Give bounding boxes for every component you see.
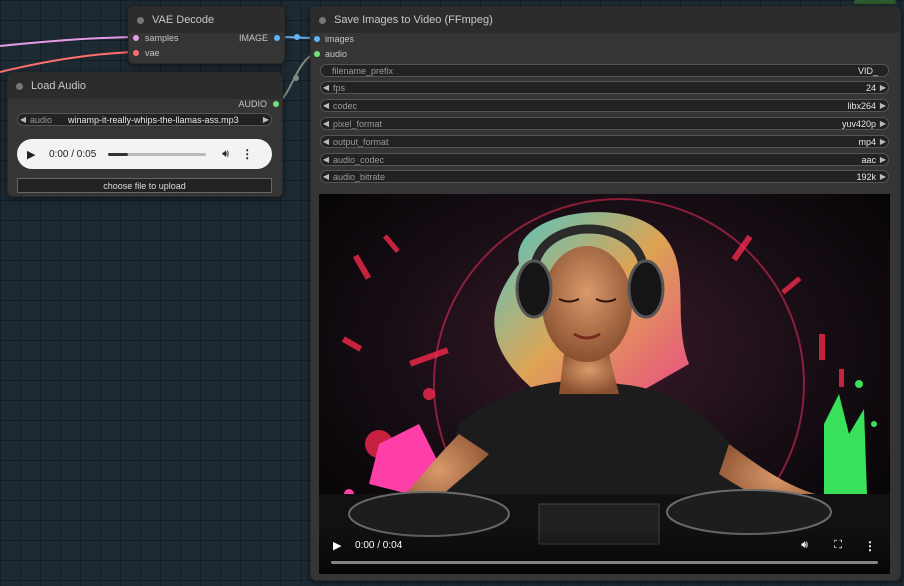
video-controls: ▶ 0:00 / 0:04 🔊︎ ⛶ ⋮ [319, 528, 890, 574]
fps-widget[interactable]: ◀ fps 24 ▶ [320, 81, 889, 94]
video-preview[interactable]: ▶ 0:00 / 0:04 🔊︎ ⛶ ⋮ [319, 194, 890, 574]
video-progress-track[interactable] [331, 561, 878, 564]
arrow-left-icon[interactable]: ◀ [321, 172, 331, 181]
arrow-left-icon[interactable]: ◀ [321, 155, 331, 164]
arrow-right-icon[interactable]: ▶ [878, 119, 888, 128]
slot-samples[interactable]: samples [133, 33, 179, 43]
arrow-left-icon[interactable]: ◀ [321, 101, 331, 110]
slot-samples-label: samples [145, 33, 179, 43]
fps-value: 24 [865, 82, 876, 93]
slot-dot-icon[interactable] [314, 36, 320, 42]
collapse-dot-icon[interactable] [137, 16, 144, 24]
headphone-right [627, 259, 665, 319]
audio-progress-fill [108, 152, 128, 156]
volume-icon[interactable]: 🔊︎ [222, 148, 229, 161]
slot-dot-icon[interactable] [133, 35, 139, 41]
slot-audio-input-label: audio [325, 49, 348, 59]
arrow-right-icon[interactable]: ▶ [878, 172, 888, 181]
output-format-value: mp4 [858, 136, 876, 147]
save-video-node[interactable]: Save Images to Video (FFmpeg) images aud… [310, 6, 901, 581]
collapse-dot-icon[interactable] [16, 82, 23, 90]
codec-name: codec [333, 100, 358, 111]
audio-combo-widget[interactable]: ◀ audio winamp-it-really-whips-the-llama… [17, 113, 272, 126]
audio-codec-value: aac [861, 154, 876, 165]
link-samples [0, 36, 135, 47]
video-frame-artwork [319, 194, 890, 574]
arrow-left-icon[interactable]: ◀ [321, 119, 331, 128]
load-audio-node[interactable]: Load Audio AUDIO ◀ audio winamp-it-reall… [7, 72, 283, 197]
audio-bitrate-value: 192k [856, 171, 876, 182]
vae-decode-node[interactable]: VAE Decode samples vae IMAGE [128, 6, 285, 64]
arrow-left-icon[interactable]: ◀ [321, 83, 331, 92]
link-vae [0, 51, 135, 73]
load-audio-header[interactable]: Load Audio [8, 73, 282, 99]
load-audio-title: Load Audio [31, 80, 87, 92]
collapse-dot-icon[interactable] [319, 16, 326, 24]
slot-vae[interactable]: vae [133, 48, 160, 58]
arrow-left-icon[interactable]: ◀ [18, 115, 28, 124]
slot-audio-output[interactable]: AUDIO [238, 99, 279, 109]
filename-prefix-widget[interactable]: filename_prefix VID_ [320, 64, 889, 77]
fps-name: fps [333, 82, 346, 93]
slot-audio[interactable]: audio [314, 49, 347, 59]
arrow-right-icon[interactable]: ▶ [878, 137, 888, 146]
slot-dot-icon[interactable] [273, 101, 279, 107]
play-icon[interactable]: ▶ [27, 148, 47, 161]
choose-file-button[interactable]: choose file to upload [17, 178, 272, 193]
filename-prefix-value: VID_ [857, 65, 878, 76]
face-shape [542, 246, 632, 362]
slot-image-output[interactable]: IMAGE [239, 33, 280, 43]
codec-widget[interactable]: ◀ codec libx264 ▶ [320, 99, 889, 112]
vae-decode-title: VAE Decode [152, 14, 215, 26]
pixel-format-widget[interactable]: ◀ pixel_format yuv420p ▶ [320, 117, 889, 130]
audio-progress-track[interactable] [108, 152, 207, 156]
pixel-format-value: yuv420p [841, 118, 876, 129]
link-audio-midpoint [293, 75, 299, 81]
output-format-widget[interactable]: ◀ output_format mp4 ▶ [320, 135, 889, 148]
codec-value: libx264 [847, 100, 876, 111]
fullscreen-icon[interactable]: ⛶ [834, 539, 842, 552]
output-format-name: output_format [333, 136, 389, 147]
more-options-icon[interactable]: ⋮ [241, 147, 253, 161]
arrow-left-icon[interactable]: ◀ [321, 137, 331, 146]
save-video-title: Save Images to Video (FFmpeg) [334, 14, 493, 26]
filename-prefix-name: filename_prefix [332, 65, 394, 76]
audio-codec-name: audio_codec [333, 154, 385, 165]
arrow-right-icon[interactable]: ▶ [878, 83, 888, 92]
headphone-left [515, 259, 553, 319]
video-more-options-icon[interactable]: ⋮ [864, 539, 876, 553]
audio-time: 0:00 / 0:05 [49, 148, 97, 160]
audio-widget-name: audio [30, 114, 53, 125]
slot-dot-icon[interactable] [314, 51, 320, 57]
vae-decode-header[interactable]: VAE Decode [129, 7, 284, 33]
video-volume-icon[interactable]: 🔊︎ [801, 539, 808, 552]
slot-dot-icon[interactable] [133, 50, 139, 56]
save-video-header[interactable]: Save Images to Video (FFmpeg) [311, 7, 900, 33]
slot-images[interactable]: images [314, 34, 354, 44]
pixel-format-name: pixel_format [333, 118, 383, 129]
arrow-right-icon[interactable]: ▶ [878, 101, 888, 110]
arrow-right-icon[interactable]: ▶ [878, 155, 888, 164]
arrow-right-icon[interactable]: ▶ [261, 115, 271, 124]
offscreen-node-corner [854, 0, 896, 4]
audio-player[interactable]: ▶ 0:00 / 0:05 🔊︎ ⋮ [17, 139, 272, 169]
video-time: 0:00 / 0:04 [355, 540, 403, 551]
audio-codec-widget[interactable]: ◀ audio_codec aac ▶ [320, 153, 889, 166]
audio-bitrate-widget[interactable]: ◀ audio_bitrate 192k ▶ [320, 170, 889, 183]
audio-widget-value: winamp-it-really-whips-the-llamas-ass.mp… [68, 114, 239, 125]
slot-images-label: images [325, 34, 355, 44]
slot-dot-icon[interactable] [274, 35, 280, 41]
slot-image-label: IMAGE [238, 33, 268, 43]
audio-bitrate-name: audio_bitrate [333, 171, 386, 182]
link-image-midpoint [294, 34, 300, 40]
slot-audio-label: AUDIO [238, 99, 267, 109]
video-play-icon[interactable]: ▶ [333, 539, 341, 552]
slot-vae-label: vae [145, 48, 160, 58]
